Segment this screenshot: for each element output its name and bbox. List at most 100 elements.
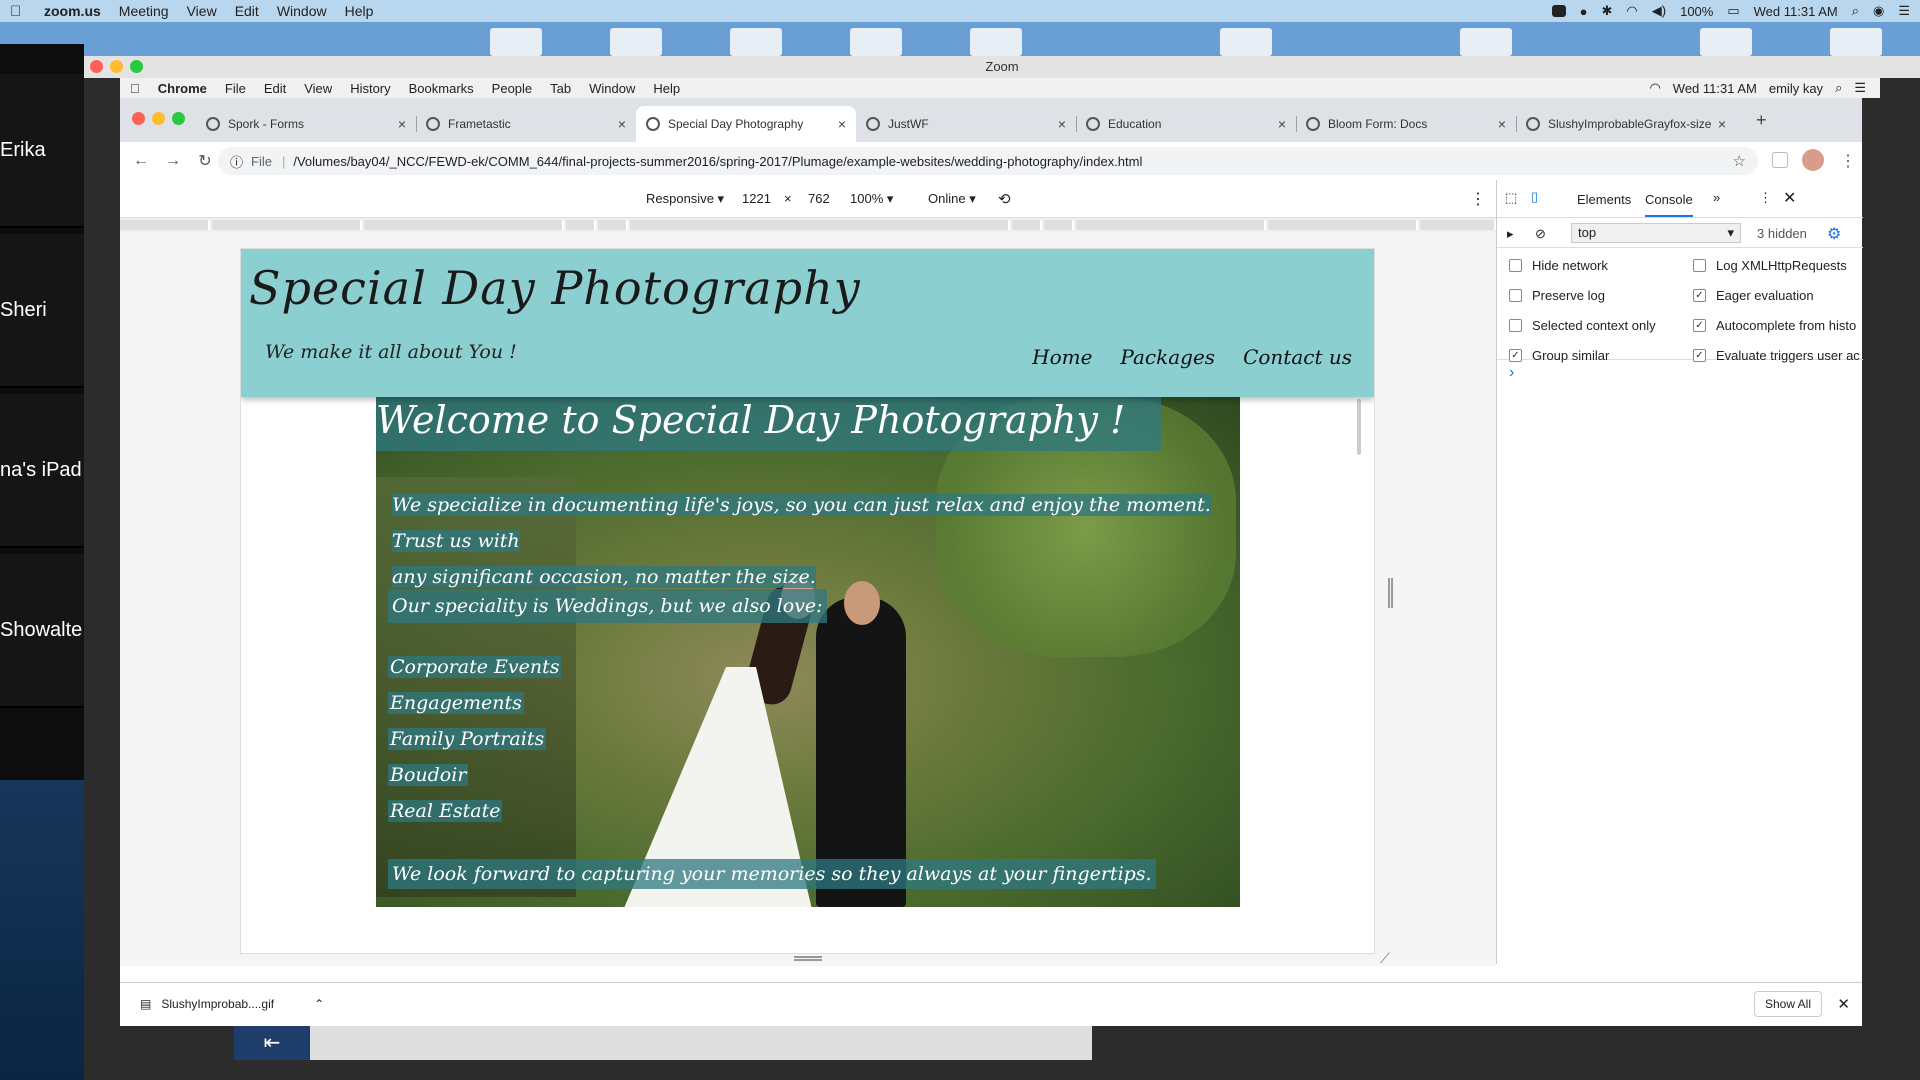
- rotate-icon[interactable]: ⟲: [998, 190, 1011, 208]
- chevron-up-icon[interactable]: ⌃: [314, 997, 324, 1011]
- menu-help[interactable]: Help: [653, 81, 680, 96]
- close-shelf-icon[interactable]: ✕: [1837, 995, 1850, 1013]
- resize-handle-right[interactable]: [1388, 578, 1393, 608]
- minimize-window-icon[interactable]: [110, 60, 123, 73]
- bookmark-star-icon[interactable]: ☆: [1733, 152, 1746, 170]
- option-preserve-log[interactable]: Preserve log: [1509, 288, 1605, 303]
- volume-icon[interactable]: ◀): [1652, 3, 1666, 19]
- resize-handle-bottom[interactable]: [794, 956, 822, 961]
- close-tab-icon[interactable]: ×: [1058, 116, 1066, 132]
- close-tab-icon[interactable]: ×: [838, 116, 846, 132]
- resize-corner-icon[interactable]: ⟋: [1380, 950, 1390, 967]
- tab-justwf[interactable]: JustWF ×: [856, 106, 1077, 142]
- device-toggle-icon[interactable]: ▯: [1531, 189, 1538, 205]
- menu-window[interactable]: Window: [277, 3, 327, 19]
- address-bar[interactable]: ⓘ File | /Volumes/bay04/_NCC/FEWD-ek/COM…: [218, 147, 1758, 175]
- tab-spork-forms[interactable]: Spork - Forms ×: [196, 106, 417, 142]
- battery-percent[interactable]: 100%: [1680, 4, 1713, 19]
- menu-app-chrome[interactable]: Chrome: [158, 81, 207, 96]
- checkbox-icon[interactable]: [1693, 259, 1706, 272]
- tab-console[interactable]: Console: [1645, 192, 1693, 217]
- console-prompt[interactable]: ›: [1509, 364, 1514, 382]
- url-text[interactable]: /Volumes/bay04/_NCC/FEWD-ek/COMM_644/fin…: [293, 154, 1142, 169]
- option-group-similar[interactable]: ✓ Group similar: [1509, 348, 1609, 363]
- search-icon[interactable]: ⌕: [1835, 80, 1842, 96]
- menu-edit[interactable]: Edit: [264, 81, 286, 96]
- back-arrow-icon[interactable]: ←: [130, 152, 152, 170]
- battery-icon[interactable]: ▭: [1727, 3, 1739, 19]
- zoom-status-icon[interactable]: [1551, 5, 1566, 17]
- show-all-button[interactable]: Show All: [1753, 991, 1822, 1017]
- clear-console-icon[interactable]: ⊘: [1535, 226, 1546, 242]
- zoom-select[interactable]: 100% ▾: [850, 191, 893, 207]
- participant-tile[interactable]: Showalte: [0, 554, 84, 708]
- menu-bookmarks[interactable]: Bookmarks: [409, 81, 474, 96]
- menu-help[interactable]: Help: [345, 3, 374, 19]
- bluetooth-icon[interactable]: ✱: [1602, 3, 1613, 19]
- viewport-width-input[interactable]: 1221: [742, 191, 771, 206]
- chrome-close-icon[interactable]: [132, 112, 145, 125]
- checkbox-icon[interactable]: [1509, 259, 1522, 272]
- menu-history[interactable]: History: [350, 81, 390, 96]
- menu-app-zoom[interactable]: zoom.us: [44, 3, 101, 19]
- profile-avatar[interactable]: [1802, 149, 1824, 171]
- tab-elements[interactable]: Elements: [1577, 192, 1631, 207]
- chrome-maximize-icon[interactable]: [172, 112, 185, 125]
- console-settings-gear-icon[interactable]: ⚙: [1827, 224, 1841, 244]
- participant-tile[interactable]: na's iPad: [0, 394, 84, 548]
- tab-slushy-gif[interactable]: SlushyImprobableGrayfox-size ×: [1516, 106, 1736, 142]
- close-tab-icon[interactable]: ×: [1278, 116, 1286, 132]
- context-select[interactable]: top ▾: [1571, 223, 1741, 243]
- close-window-icon[interactable]: [90, 60, 103, 73]
- participant-tile[interactable]: Sheri: [0, 234, 84, 388]
- nav-contact-link[interactable]: Contact us: [1243, 345, 1352, 369]
- option-evaluate-triggers[interactable]: ✓ Evaluate triggers user ac: [1693, 348, 1861, 363]
- option-selected-context[interactable]: Selected context only: [1509, 318, 1656, 333]
- close-tab-icon[interactable]: ×: [1718, 116, 1726, 132]
- siri-icon[interactable]: ◉: [1873, 3, 1884, 19]
- participant-tile[interactable]: Erika: [0, 74, 84, 228]
- chrome-minimize-icon[interactable]: [152, 112, 165, 125]
- menu-meeting[interactable]: Meeting: [119, 3, 169, 19]
- option-log-xhr[interactable]: Log XMLHttpRequests: [1693, 258, 1847, 273]
- checkbox-checked-icon[interactable]: ✓: [1693, 319, 1706, 332]
- nav-packages-link[interactable]: Packages: [1120, 345, 1215, 369]
- network-throttle-select[interactable]: Online ▾: [928, 191, 976, 207]
- menu-edit[interactable]: Edit: [235, 3, 259, 19]
- nav-home-link[interactable]: Home: [1032, 345, 1092, 369]
- wifi-icon[interactable]: ◠: [1626, 3, 1637, 19]
- device-more-icon[interactable]: ⋮: [1470, 189, 1486, 209]
- new-tab-icon[interactable]: +: [1756, 110, 1767, 131]
- menu-view[interactable]: View: [187, 3, 217, 19]
- more-tabs-icon[interactable]: »: [1713, 190, 1720, 205]
- tab-frametastic[interactable]: Frametastic ×: [416, 106, 637, 142]
- device-mode-select[interactable]: Responsive ▾: [646, 191, 724, 207]
- chat-icon[interactable]: ●: [1580, 4, 1588, 19]
- wifi-icon[interactable]: ◠: [1649, 80, 1660, 96]
- control-center-icon[interactable]: ☰: [1898, 3, 1910, 19]
- menu-window[interactable]: Window: [589, 81, 635, 96]
- tab-special-day-photography[interactable]: Special Day Photography ×: [636, 106, 856, 142]
- exit-fullscreen-icon[interactable]: ⇤: [234, 1026, 310, 1060]
- sidebar-toggle-icon[interactable]: ▸: [1507, 226, 1514, 242]
- page-scrollbar[interactable]: [1357, 399, 1361, 455]
- tab-bloom-form-docs[interactable]: Bloom Form: Docs ×: [1296, 106, 1517, 142]
- chrome-menubar-clock[interactable]: Wed 11:31 AM: [1673, 81, 1757, 96]
- more-menu-icon[interactable]: ⋮: [1840, 151, 1856, 171]
- checkbox-icon[interactable]: [1509, 319, 1522, 332]
- maximize-window-icon[interactable]: [130, 60, 143, 73]
- menu-list-icon[interactable]: ☰: [1854, 80, 1866, 96]
- option-eager-eval[interactable]: ✓ Eager evaluation: [1693, 288, 1814, 303]
- option-hide-network[interactable]: Hide network: [1509, 258, 1608, 273]
- menu-file[interactable]: File: [225, 81, 246, 96]
- menubar-clock[interactable]: Wed 11:31 AM: [1754, 4, 1838, 19]
- checkbox-checked-icon[interactable]: ✓: [1509, 349, 1522, 362]
- close-tab-icon[interactable]: ×: [398, 116, 406, 132]
- inspect-element-icon[interactable]: ⬚: [1505, 190, 1517, 206]
- viewport-height-input[interactable]: 762: [808, 191, 830, 206]
- close-devtools-icon[interactable]: ✕: [1783, 188, 1796, 208]
- close-tab-icon[interactable]: ×: [1498, 116, 1506, 132]
- menu-view[interactable]: View: [304, 81, 332, 96]
- menu-people[interactable]: People: [492, 81, 532, 96]
- media-query-bar[interactable]: [120, 218, 1496, 232]
